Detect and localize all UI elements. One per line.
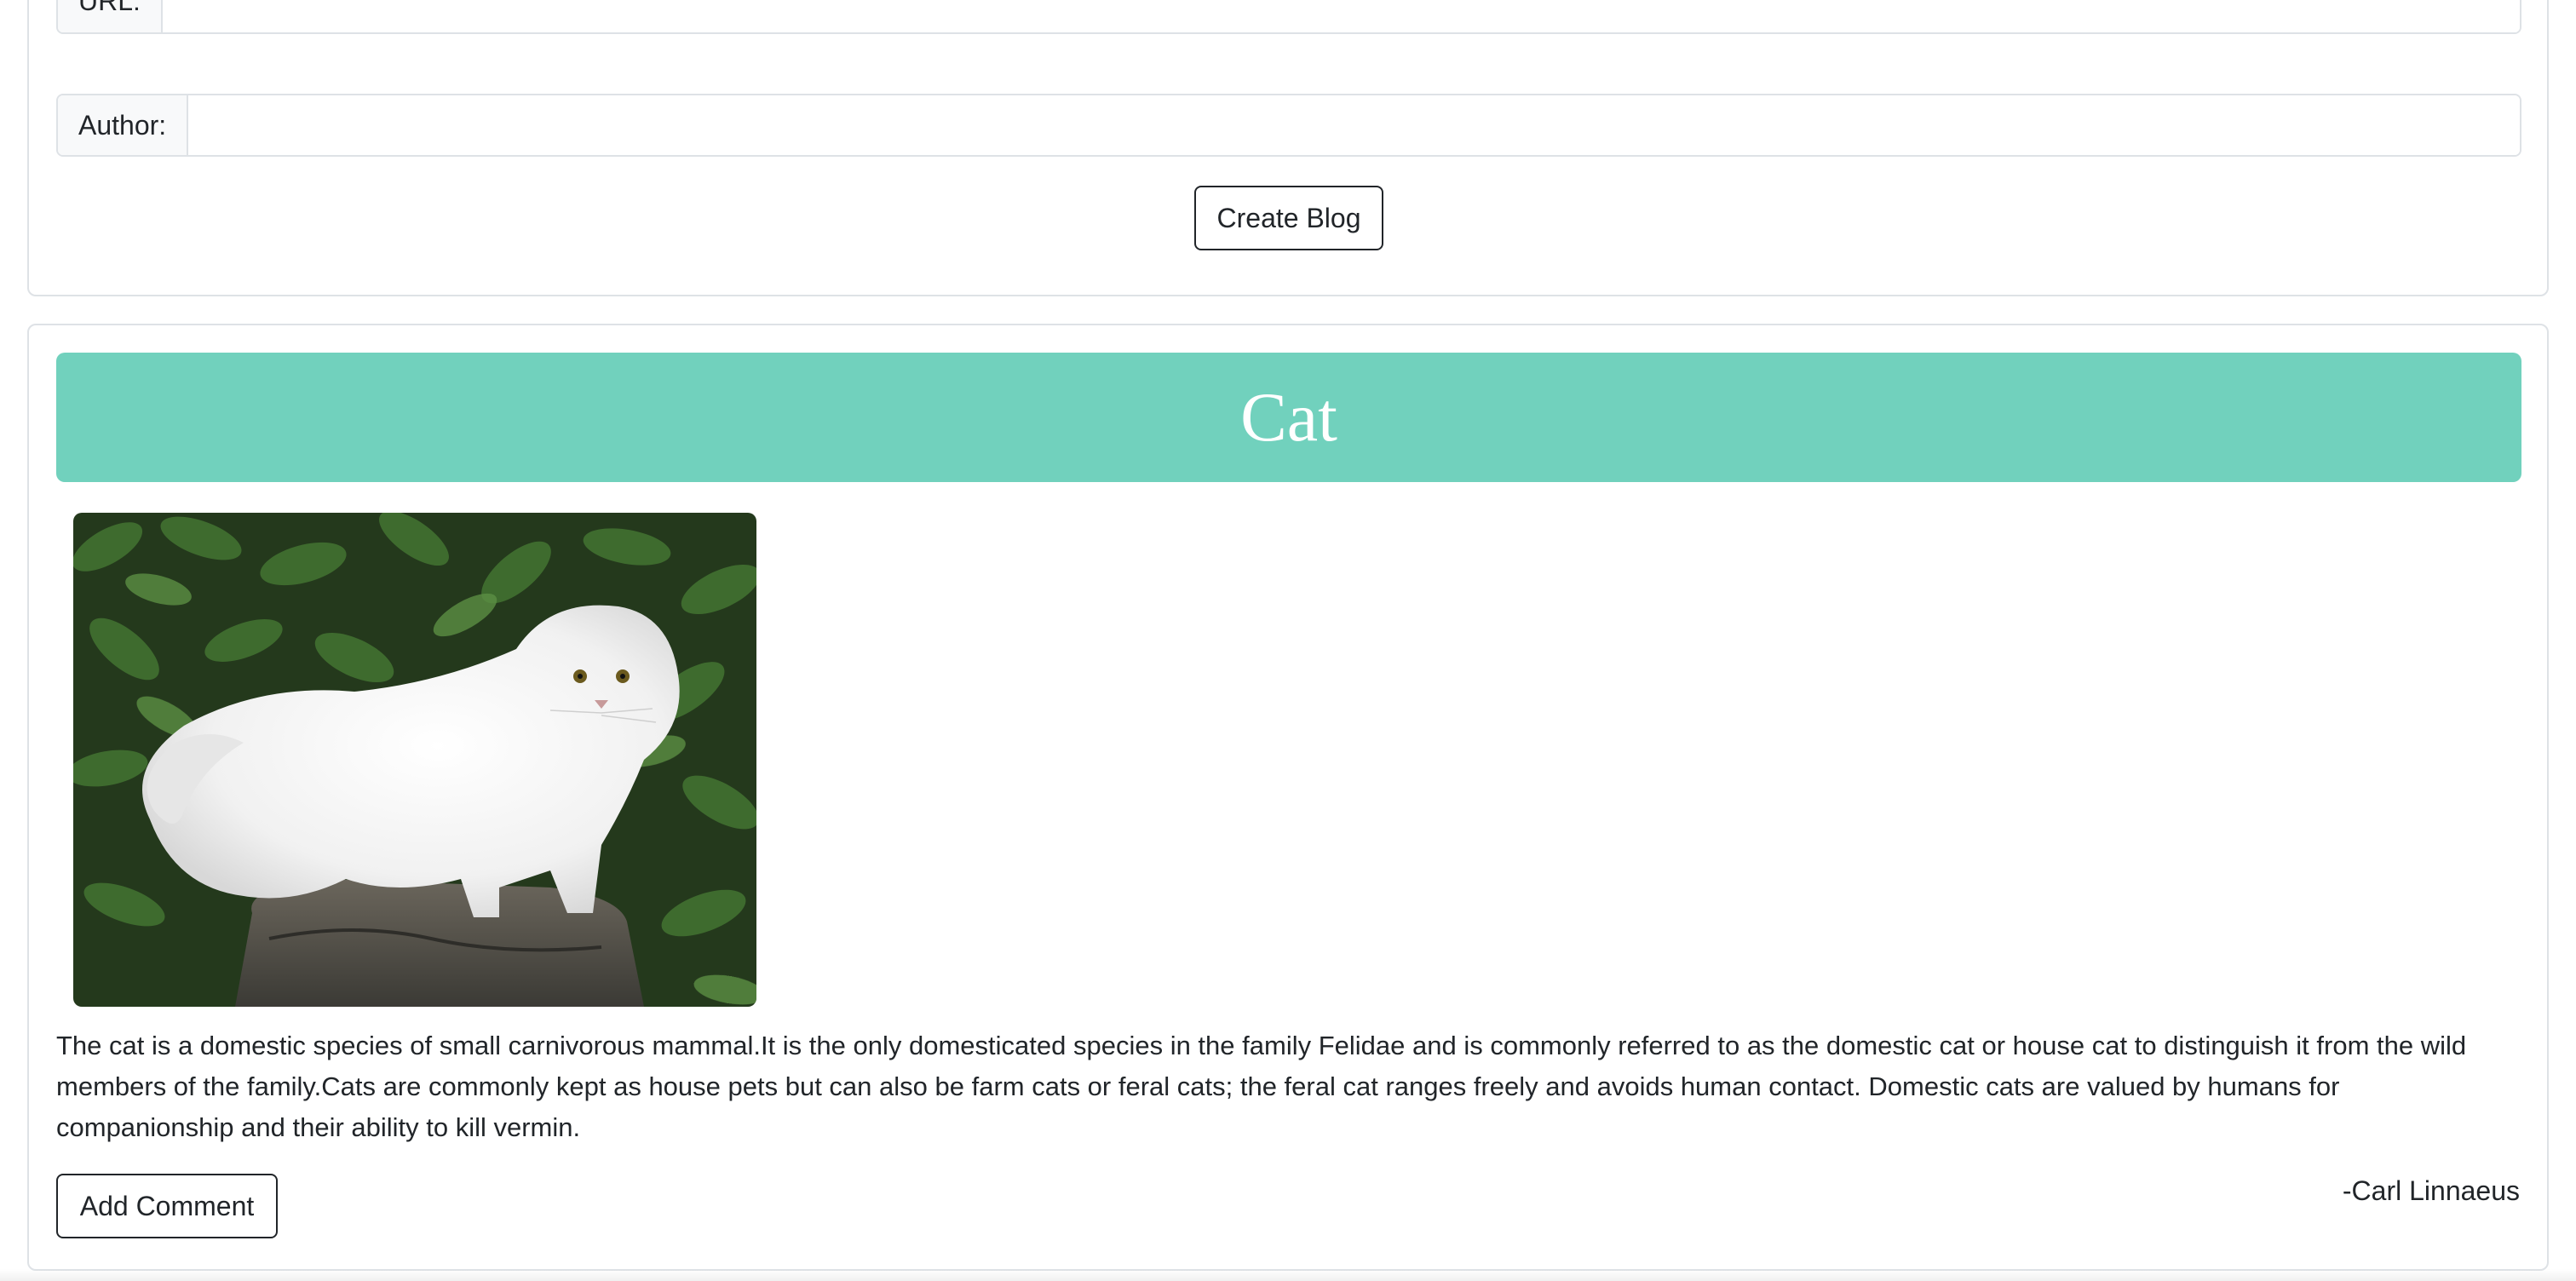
blog-description: The cat is a domestic species of small c… bbox=[56, 1031, 2467, 1142]
author-input-group: Author: bbox=[56, 94, 2521, 157]
author-input[interactable] bbox=[188, 95, 2520, 155]
url-input-group: URL: bbox=[56, 0, 2521, 34]
blog-title: Cat bbox=[1240, 378, 1337, 456]
create-blog-button[interactable]: Create Blog bbox=[1194, 186, 1383, 250]
create-blog-form: URL: Author: Create Blog bbox=[27, 0, 2549, 296]
add-comment-button[interactable]: Add Comment bbox=[56, 1174, 278, 1238]
cat-photo bbox=[73, 513, 756, 1007]
blog-title-banner: Cat bbox=[56, 353, 2521, 482]
url-label: URL: bbox=[58, 0, 163, 32]
blog-post-card: Cat The cat is a domestic species of sma… bbox=[27, 324, 2549, 1271]
blog-author: -Carl Linnaeus bbox=[2342, 1175, 2520, 1206]
author-label: Author: bbox=[58, 95, 189, 155]
url-input[interactable] bbox=[162, 0, 2520, 32]
bottom-shadow bbox=[0, 1269, 2576, 1281]
